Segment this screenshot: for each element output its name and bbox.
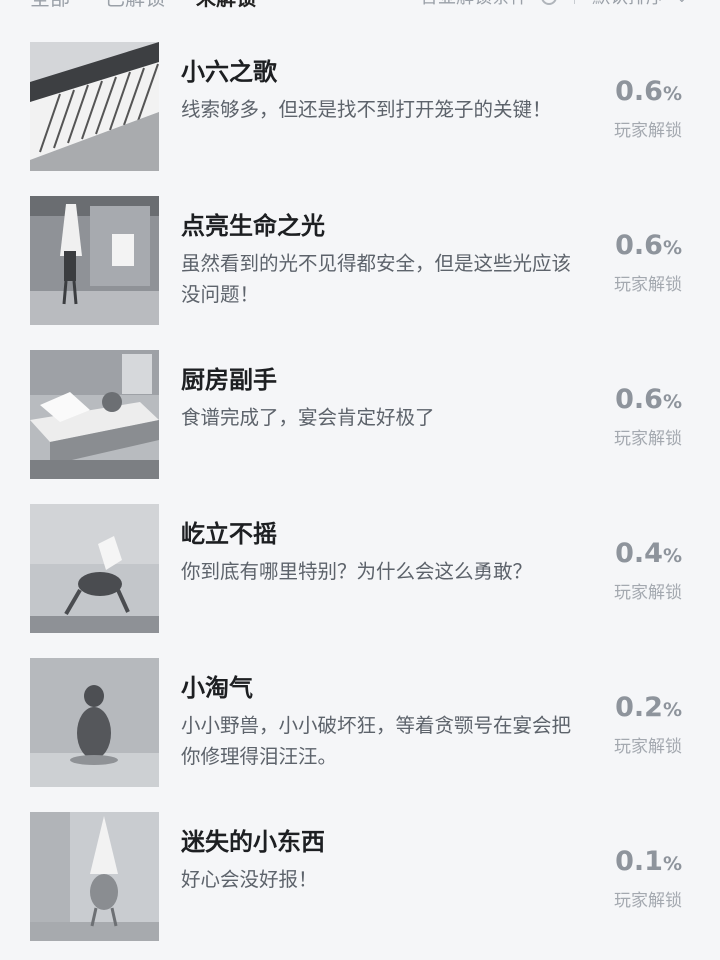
achievement-thumbnail <box>30 350 159 479</box>
percent-value: 0.6 <box>615 230 663 261</box>
unlock-percent-label: 玩家解锁 <box>614 737 682 757</box>
percent-unit: % <box>662 545 682 567</box>
achievement-item[interactable]: 小六之歌 线索够多，但还是找不到打开笼子的关键！ 0.6% 玩家解锁 <box>0 42 720 172</box>
unlock-percent-label: 玩家解锁 <box>614 275 682 295</box>
tab-all[interactable]: 全部 <box>30 0 70 10</box>
achievement-item[interactable]: 小淘气 小小野兽，小小破坏狂，等着贪颚号在宴会把你修理得泪汪汪。 0.2% 玩家… <box>0 658 720 788</box>
achievement-item[interactable]: 屹立不摇 你到底有哪里特别？为什么会这么勇敢？ 0.4% 玩家解锁 <box>0 504 720 634</box>
unlock-percent: 0.6% <box>615 384 682 415</box>
info-icon[interactable] <box>541 0 557 5</box>
chevron-down-icon[interactable]: ⌄ <box>676 0 688 10</box>
achievement-title: 迷失的小东西 <box>181 828 325 856</box>
unlock-percent-label: 玩家解锁 <box>614 121 682 141</box>
achievement-title: 点亮生命之光 <box>181 212 325 240</box>
percent-unit: % <box>662 699 682 721</box>
percent-unit: % <box>662 83 682 105</box>
percent-value: 0.2 <box>615 692 663 723</box>
achievement-item[interactable]: 点亮生命之光 虽然看到的光不见得都安全，但是这些光应该没问题！ 0.6% 玩家解… <box>0 196 720 326</box>
achievement-title: 小六之歌 <box>181 58 277 86</box>
tab-unlocked[interactable]: 已解锁 <box>105 0 165 10</box>
achievement-item[interactable]: 迷失的小东西 好心会没好报！ 0.1% 玩家解锁 <box>0 812 720 942</box>
achievement-thumbnail <box>30 812 159 941</box>
achievement-description: 小小野兽，小小破坏狂，等着贪颚号在宴会把你修理得泪汪汪。 <box>181 714 572 768</box>
percent-value: 0.6 <box>615 384 663 415</box>
achievement-item[interactable]: 厨房副手 食谱完成了，宴会肯定好极了 0.6% 玩家解锁 <box>0 350 720 480</box>
achievement-title: 屹立不摇 <box>181 520 277 548</box>
sort-dropdown[interactable]: 默认排序 <box>592 0 664 10</box>
percent-unit: % <box>662 853 682 875</box>
merge-unlock-filter[interactable]: 合並解锁条件 <box>420 0 528 10</box>
unlock-percent-label: 玩家解锁 <box>614 429 682 449</box>
unlock-percent: 0.1% <box>615 846 682 877</box>
percent-value: 0.6 <box>615 76 663 107</box>
achievement-thumbnail <box>30 196 159 325</box>
unlock-percent: 0.6% <box>615 230 682 261</box>
divider <box>574 0 575 4</box>
unlock-percent: 0.2% <box>615 692 682 723</box>
unlock-percent: 0.6% <box>615 76 682 107</box>
percent-value: 0.4 <box>615 538 663 569</box>
unlock-percent-label: 玩家解锁 <box>614 583 682 603</box>
achievement-thumbnail <box>30 658 159 787</box>
achievement-description: 线索够多，但还是找不到打开笼子的关键！ <box>181 98 552 121</box>
achievement-description: 食谱完成了，宴会肯定好极了 <box>181 406 435 429</box>
unlock-percent: 0.4% <box>615 538 682 569</box>
tab-locked[interactable]: 未解锁 <box>196 0 256 10</box>
percent-unit: % <box>662 391 682 413</box>
percent-value: 0.1 <box>615 846 663 877</box>
achievement-description: 你到底有哪里特别？为什么会这么勇敢？ <box>181 560 533 583</box>
filter-tab-bar: 全部 已解锁 未解锁 合並解锁条件 默认排序 ⌄ <box>0 0 720 10</box>
achievement-description: 虽然看到的光不见得都安全，但是这些光应该没问题！ <box>181 252 572 306</box>
achievement-description: 好心会没好报！ <box>181 868 318 891</box>
achievement-title: 小淘气 <box>181 674 253 702</box>
unlock-percent-label: 玩家解锁 <box>614 891 682 911</box>
percent-unit: % <box>662 237 682 259</box>
achievement-thumbnail <box>30 42 159 171</box>
achievement-title: 厨房副手 <box>181 366 277 394</box>
achievement-thumbnail <box>30 504 159 633</box>
